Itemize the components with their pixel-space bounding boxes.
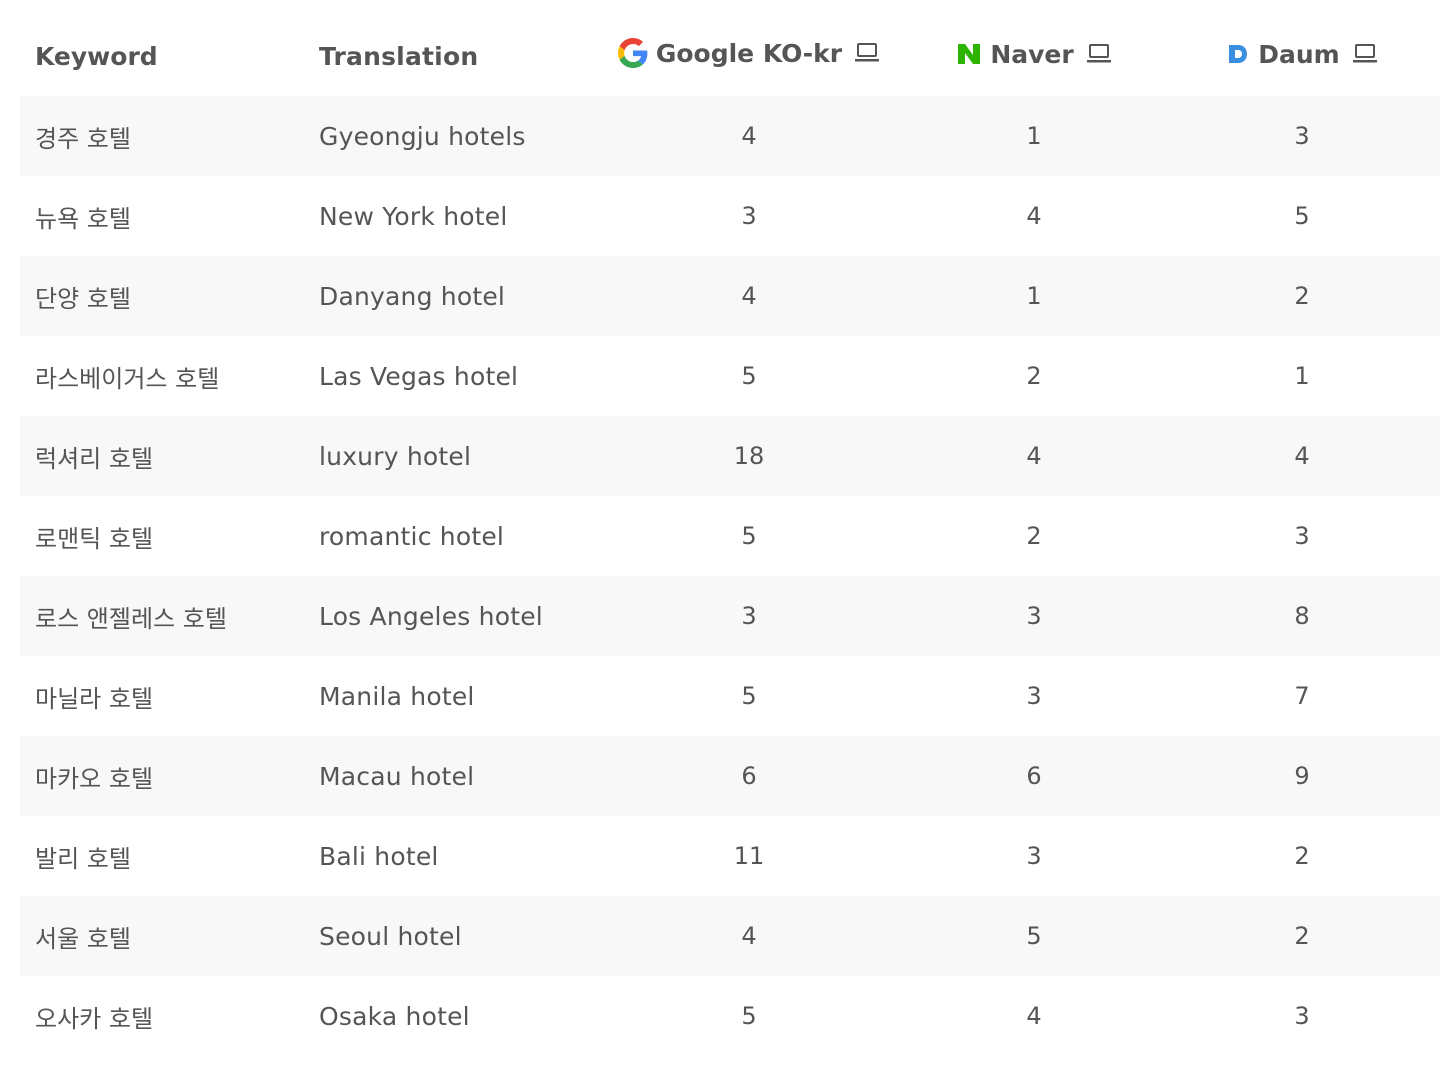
translation-cell: luxury hotel	[319, 441, 472, 471]
translation-cell: Macau hotel	[319, 761, 475, 791]
daum-rank-cell: 2	[1294, 842, 1310, 870]
column-header-translation[interactable]: Translation	[304, 42, 574, 71]
page: Keyword Translation Google KO-kr Naver D…	[0, 0, 1440, 1080]
laptop-icon	[1086, 43, 1112, 65]
keyword-cell: 오사카 호텔	[35, 1004, 154, 1033]
translation-cell: Manila hotel	[319, 681, 475, 711]
google-rank-cell: 3	[741, 602, 757, 630]
google-rank-cell: 4	[741, 282, 757, 310]
google-rank-cell: 4	[741, 922, 757, 950]
naver-rank-cell: 3	[1026, 842, 1042, 870]
translation-cell: Bali hotel	[319, 841, 439, 871]
daum-rank-cell: 4	[1294, 442, 1310, 470]
google-rank-cell: 4	[741, 122, 757, 150]
daum-rank-cell: 5	[1294, 202, 1310, 230]
naver-column-label: Naver	[990, 39, 1074, 69]
naver-rank-cell: 2	[1026, 362, 1042, 390]
translation-cell: Gyeongju hotels	[319, 121, 526, 151]
translation-cell: Los Angeles hotel	[319, 601, 543, 631]
column-header-google[interactable]: Google KO-kr	[574, 38, 904, 74]
naver-logo-icon	[956, 42, 982, 66]
naver-rank-cell: 4	[1026, 442, 1042, 470]
table-row: 마닐라 호텔 Manila hotel 5 3 7	[20, 656, 1440, 736]
google-rank-cell: 18	[733, 442, 765, 470]
naver-rank-cell: 3	[1026, 682, 1042, 710]
google-rank-cell: 3	[741, 202, 757, 230]
naver-rank-cell: 1	[1026, 282, 1042, 310]
google-rank-cell: 5	[741, 682, 757, 710]
table-row: 로맨틱 호텔 romantic hotel 5 2 3	[20, 496, 1440, 576]
daum-rank-cell: 3	[1294, 1002, 1310, 1030]
daum-rank-cell: 2	[1294, 922, 1310, 950]
table-row: 로스 앤젤레스 호텔 Los Angeles hotel 3 3 8	[20, 576, 1440, 656]
table-row: 단양 호텔 Danyang hotel 4 1 2	[20, 256, 1440, 336]
translation-cell: Las Vegas hotel	[319, 361, 519, 391]
column-header-naver[interactable]: Naver	[904, 40, 1164, 73]
google-rank-cell: 6	[741, 762, 757, 790]
laptop-icon	[1352, 43, 1378, 65]
table-header: Keyword Translation Google KO-kr Naver D…	[20, 16, 1440, 96]
table-row: 럭셔리 호텔 luxury hotel 18 4 4	[20, 416, 1440, 496]
keyword-cell: 럭셔리 호텔	[35, 444, 154, 473]
google-rank-cell: 5	[741, 362, 757, 390]
table-row: 마카오 호텔 Macau hotel 6 6 9	[20, 736, 1440, 816]
daum-rank-cell: 3	[1294, 122, 1310, 150]
keyword-cell: 라스베이거스 호텔	[35, 364, 220, 393]
google-rank-cell: 5	[741, 1002, 757, 1030]
column-header-keyword[interactable]: Keyword	[20, 42, 304, 71]
daum-rank-cell: 7	[1294, 682, 1310, 710]
translation-cell: Seoul hotel	[319, 921, 462, 951]
daum-column-label: Daum	[1258, 39, 1340, 69]
google-column-label: Google KO-kr	[655, 38, 843, 68]
keyword-cell: 발리 호텔	[35, 844, 131, 873]
ranking-table: Keyword Translation Google KO-kr Naver D…	[20, 16, 1440, 1056]
daum-rank-cell: 8	[1294, 602, 1310, 630]
column-header-daum[interactable]: Daum	[1164, 40, 1440, 73]
daum-rank-cell: 9	[1294, 762, 1310, 790]
daum-rank-cell: 1	[1294, 362, 1310, 390]
naver-rank-cell: 4	[1026, 1002, 1042, 1030]
keyword-cell: 단양 호텔	[35, 284, 131, 313]
keyword-cell: 마카오 호텔	[35, 764, 154, 793]
google-rank-cell: 11	[733, 842, 765, 870]
translation-cell: Danyang hotel	[319, 281, 506, 311]
google-rank-cell: 5	[741, 522, 757, 550]
table-row: 발리 호텔 Bali hotel 11 3 2	[20, 816, 1440, 896]
translation-cell: New York hotel	[319, 201, 508, 231]
table-row: 경주 호텔 Gyeongju hotels 4 1 3	[20, 96, 1440, 176]
keyword-cell: 마닐라 호텔	[35, 684, 154, 713]
translation-cell: romantic hotel	[319, 521, 505, 551]
daum-rank-cell: 3	[1294, 522, 1310, 550]
table-row: 뉴욕 호텔 New York hotel 3 4 5	[20, 176, 1440, 256]
daum-logo-icon	[1226, 42, 1250, 66]
naver-rank-cell: 2	[1026, 522, 1042, 550]
naver-rank-cell: 4	[1026, 202, 1042, 230]
naver-rank-cell: 6	[1026, 762, 1042, 790]
daum-rank-cell: 2	[1294, 282, 1310, 310]
laptop-icon	[854, 42, 880, 64]
keyword-cell: 로스 앤젤레스 호텔	[35, 604, 227, 633]
keyword-cell: 경주 호텔	[35, 124, 131, 153]
google-logo-icon	[617, 38, 648, 68]
naver-rank-cell: 3	[1026, 602, 1042, 630]
table-row: 오사카 호텔 Osaka hotel 5 4 3	[20, 976, 1440, 1056]
table-row: 라스베이거스 호텔 Las Vegas hotel 5 2 1	[20, 336, 1440, 416]
naver-rank-cell: 5	[1026, 922, 1042, 950]
table-row: 서울 호텔 Seoul hotel 4 5 2	[20, 896, 1440, 976]
keyword-cell: 로맨틱 호텔	[35, 524, 154, 553]
keyword-cell: 뉴욕 호텔	[35, 204, 131, 233]
keyword-cell: 서울 호텔	[35, 924, 131, 953]
naver-rank-cell: 1	[1026, 122, 1042, 150]
translation-cell: Osaka hotel	[319, 1001, 470, 1031]
